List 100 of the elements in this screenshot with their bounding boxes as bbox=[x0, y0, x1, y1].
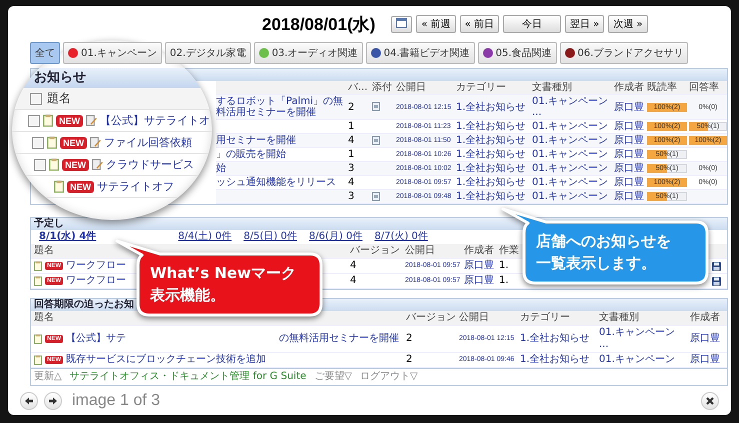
document-type-link[interactable]: 01.キャンペーン bbox=[532, 191, 612, 202]
calendar-button[interactable] bbox=[391, 16, 412, 32]
author-link[interactable]: 原口豊 bbox=[614, 191, 645, 202]
category-tab[interactable]: 05.食品関連 bbox=[478, 42, 557, 64]
category-tab[interactable]: 02.デジタル家電 bbox=[164, 42, 251, 64]
date-nav-button[interactable]: « 前日 bbox=[460, 15, 499, 33]
document-type-link[interactable]: 01.キャンペーン bbox=[532, 149, 612, 160]
new-badge: NEW bbox=[60, 136, 87, 148]
version-cell-text: 1 bbox=[348, 121, 356, 132]
document-type-link[interactable]: 01.キャンペーン ... bbox=[599, 327, 687, 351]
category-link[interactable]: 1.全社お知らせ bbox=[456, 149, 530, 160]
footer-link[interactable]: 更新△ bbox=[34, 371, 62, 383]
workflow-link[interactable]: ワークフロー bbox=[66, 260, 126, 272]
date-nav-button[interactable]: « 前週 bbox=[416, 15, 456, 33]
category-tab[interactable]: 03.オーディオ関連 bbox=[254, 42, 363, 64]
column-header: 作業 bbox=[499, 245, 519, 257]
app-name-link[interactable]: サテライトオフィス・ドキュメント管理 for G Suite bbox=[70, 371, 306, 383]
right-arrow-icon bbox=[48, 396, 58, 406]
notice-title-link[interactable]: 【公式】サテ bbox=[66, 333, 126, 345]
author-link[interactable]: 原口豊 bbox=[614, 121, 645, 132]
clipboard-icon bbox=[34, 261, 42, 271]
new-badge: NEW bbox=[56, 114, 83, 126]
category-link[interactable]: 1.全社お知らせ bbox=[456, 102, 530, 112]
category-link[interactable]: 1.全社お知らせ bbox=[520, 333, 596, 345]
author-link[interactable]: 原口豊 bbox=[614, 135, 645, 146]
category-tab[interactable]: 06.ブランドアクセサリ bbox=[560, 42, 688, 64]
author-link[interactable]: 原口豊 bbox=[690, 333, 724, 345]
notice-title-link[interactable]: 始 bbox=[216, 163, 346, 174]
category-link[interactable]: 1.全社お知らせ bbox=[520, 354, 596, 366]
category-tab[interactable]: 01.キャンペーン bbox=[63, 42, 162, 64]
document-type-link[interactable]: 01.キャンペーン bbox=[532, 135, 612, 146]
document-type-link[interactable]: 01.キャンペーン bbox=[532, 177, 612, 188]
notice-title-link[interactable]: 」の販売を開始 bbox=[216, 149, 346, 160]
author-link[interactable]: 原口豊 bbox=[614, 177, 645, 188]
close-button[interactable] bbox=[701, 392, 719, 410]
document-type-link[interactable]: 01.キャンペーン bbox=[532, 121, 612, 132]
column-header: 作成者 bbox=[690, 312, 720, 324]
day-link[interactable]: 8/4(土) 0件 bbox=[178, 231, 232, 243]
document-type-link[interactable]: 01.キャンペーン ... bbox=[532, 96, 612, 118]
category-tab[interactable]: 04.書籍ビデオ関連 bbox=[366, 42, 475, 64]
date-nav-button[interactable]: 次週 » bbox=[608, 15, 648, 33]
day-link[interactable]: 8/7(火) 0件 bbox=[374, 231, 428, 243]
column-header: 公開日 bbox=[405, 245, 435, 257]
previous-button[interactable] bbox=[20, 392, 38, 410]
version-cell-text: 2 bbox=[348, 102, 356, 112]
column-header: 題名 bbox=[47, 90, 71, 107]
day-link[interactable]: 8/6(月) 0件 bbox=[309, 231, 362, 243]
date-nav-button[interactable]: 今日 bbox=[503, 15, 561, 33]
callout-text: 一覧表示します。 bbox=[536, 253, 657, 274]
footer-link[interactable]: ログアウト▽ bbox=[360, 371, 418, 383]
notice-title-link[interactable]: 既存サービスにブロックチェーン技術を追加 bbox=[66, 354, 266, 366]
author-link[interactable]: 原口豊 bbox=[614, 149, 645, 160]
category-link[interactable]: 1.全社お知らせ bbox=[456, 163, 530, 174]
notice-title-link[interactable]: するロボット「Palmi」の無料活用セミナーを開催 bbox=[216, 96, 346, 118]
date-nav-button[interactable]: 翌日 » bbox=[565, 15, 604, 33]
column-header: 添付 bbox=[372, 82, 392, 93]
checkbox[interactable] bbox=[32, 136, 44, 148]
new-badge: NEW bbox=[67, 180, 94, 192]
notice-title-link[interactable]: 用セミナーを開催 bbox=[216, 135, 346, 146]
column-header: カテゴリー bbox=[520, 312, 570, 324]
checkbox[interactable] bbox=[30, 92, 42, 104]
document-type-link[interactable]: 01.キャンペーン bbox=[532, 163, 612, 174]
work-cell-text: 1. bbox=[499, 260, 510, 272]
save-icon[interactable] bbox=[712, 276, 721, 286]
author-link[interactable]: 原口豊 bbox=[690, 354, 724, 366]
image-counter: image 1 of 3 bbox=[72, 392, 162, 410]
callout-text: 表示機能。 bbox=[150, 285, 226, 306]
callout-text: What’s Newマーク bbox=[150, 263, 296, 284]
clipboard-icon bbox=[34, 334, 42, 344]
left-arrow-icon bbox=[24, 396, 34, 406]
callout-text: 店舗へのお知らせを bbox=[536, 231, 671, 252]
notice-title-link[interactable]: 【公式】サテライトオ bbox=[100, 113, 210, 128]
author-link[interactable]: 原口豊 bbox=[614, 163, 645, 174]
notice-title-link[interactable]: サテライトオフ bbox=[97, 179, 174, 194]
workflow-link[interactable]: ワークフロー bbox=[66, 275, 126, 287]
category-link[interactable]: 1.全社お知らせ bbox=[456, 177, 530, 188]
category-link[interactable]: 1.全社お知らせ bbox=[456, 191, 530, 202]
day-link[interactable]: 8/5(日) 0件 bbox=[244, 231, 298, 243]
notice-title-link[interactable]: ファイル回答依頼 bbox=[104, 135, 192, 150]
author-link[interactable]: 原口豊 bbox=[464, 275, 496, 287]
checkbox[interactable] bbox=[34, 158, 46, 170]
notice-title-link[interactable]: ッシュ通知機能をリリース bbox=[216, 177, 346, 188]
section-title: 回答期限の迫ったお知 bbox=[34, 299, 134, 310]
notice-title-link[interactable]: クラウドサービス bbox=[106, 157, 194, 172]
clipboard-icon bbox=[43, 114, 53, 127]
checkbox[interactable] bbox=[28, 114, 40, 126]
category-link[interactable]: 1.全社お知らせ bbox=[456, 121, 530, 132]
document-type-link[interactable]: 01.キャンペーン bbox=[599, 354, 687, 366]
footer-link[interactable]: ご要望▽ bbox=[314, 371, 352, 383]
category-link[interactable]: 1.全社お知らせ bbox=[456, 135, 530, 146]
version-cell-text: 4 bbox=[350, 260, 358, 272]
save-icon[interactable] bbox=[712, 262, 721, 270]
author-link[interactable]: 原口豊 bbox=[614, 102, 645, 112]
version-cell-text: 3 bbox=[348, 163, 356, 174]
notice-title-link[interactable]: の無料活用セミナーを開催 bbox=[279, 333, 399, 345]
clipboard-icon bbox=[54, 180, 64, 193]
category-tab[interactable]: 全て bbox=[30, 42, 60, 64]
next-button[interactable] bbox=[44, 392, 62, 410]
author-link[interactable]: 原口豊 bbox=[464, 260, 496, 272]
day-link[interactable]: 8/1(水) 4件 bbox=[39, 231, 96, 243]
